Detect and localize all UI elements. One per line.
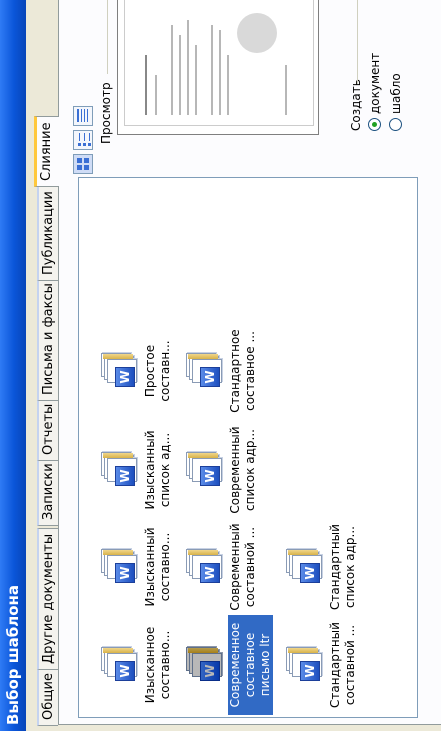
title-bar[interactable]: Выбор шаблона [0,0,26,731]
template-item[interactable]: W Современный список адр... [184,420,258,520]
window-title: Выбор шаблона [4,584,22,725]
radio-checked-icon [368,118,381,131]
tab-reports[interactable]: Отчеты [37,397,58,461]
tab-memos[interactable]: Записки [37,457,58,526]
template-label: Изысканный составно... [143,527,172,607]
template-label: Современный составной ... [228,523,257,611]
create-group-line [357,0,358,84]
word-template-icon: W [184,647,222,683]
template-item[interactable]: W Стандартный составной ... [284,615,358,715]
template-item[interactable]: W Изысканное составно... [99,615,173,715]
word-template-icon: W [99,452,137,488]
template-item[interactable]: W Изысканный список ад... [99,420,173,520]
tab-other-documents[interactable]: Другие документы [37,527,58,670]
word-template-icon: W [99,353,137,389]
template-label: Стандартный список адр... [328,524,357,610]
details-view-icon[interactable] [73,106,93,126]
tab-strip: Общие Другие документы Записки Отчеты Пи… [34,0,59,731]
template-item-selected[interactable]: W Современное составное письмо ltr [184,615,273,715]
create-template-radio[interactable]: шабло [389,73,403,131]
preview-document-thumbnail [124,0,314,126]
radio-label: шабло [389,73,403,114]
create-group-label: Создать [349,79,363,131]
template-item[interactable]: W Простое составн... [99,321,173,421]
large-icons-view-icon[interactable] [73,154,93,174]
word-template-icon: W [184,549,222,585]
tab-general[interactable]: Общие [37,667,58,726]
word-template-icon: W [284,647,322,683]
word-template-icon: W [184,353,222,389]
word-template-icon: W [99,647,137,683]
preview-label: Просмотр [99,82,113,144]
preview-pane [117,0,319,135]
template-list[interactable]: W Изысканное составно... W Изысканный со… [78,177,418,718]
template-item[interactable]: W Изысканный составно... [99,517,173,617]
word-template-icon: W [99,549,137,585]
template-label: Современный список адр... [228,426,257,514]
template-label: Изысканный список ад... [143,430,172,510]
list-view-icon[interactable] [73,130,93,150]
template-label: Простое составн... [143,340,172,402]
template-item[interactable]: W Стандартный список адр... [284,517,358,617]
template-item[interactable]: W Современный составной ... [184,517,258,617]
template-item[interactable]: W Стандартное составное ... [184,321,258,421]
radio-unchecked-icon [389,118,402,131]
tab-mail-merge[interactable]: Слияние [34,116,59,187]
template-label: Стандартный составной ... [328,622,357,708]
create-document-radio[interactable]: документ [368,53,382,131]
tab-letters-faxes[interactable]: Письма и факсы [37,277,58,401]
template-label: Стандартное составное ... [228,329,257,413]
word-template-icon: W [284,549,322,585]
tab-panel: W Изысканное составно... W Изысканный со… [58,0,441,725]
radio-label: документ [368,52,382,114]
word-template-icon: W [184,452,222,488]
tab-publications[interactable]: Публикации [37,185,58,281]
template-label: Современное составное письмо ltr [228,615,273,715]
preview-group-line [107,0,108,74]
template-dialog: Выбор шаблона Общие Другие документы Зап… [0,0,441,731]
template-label: Изысканное составно... [143,626,172,704]
